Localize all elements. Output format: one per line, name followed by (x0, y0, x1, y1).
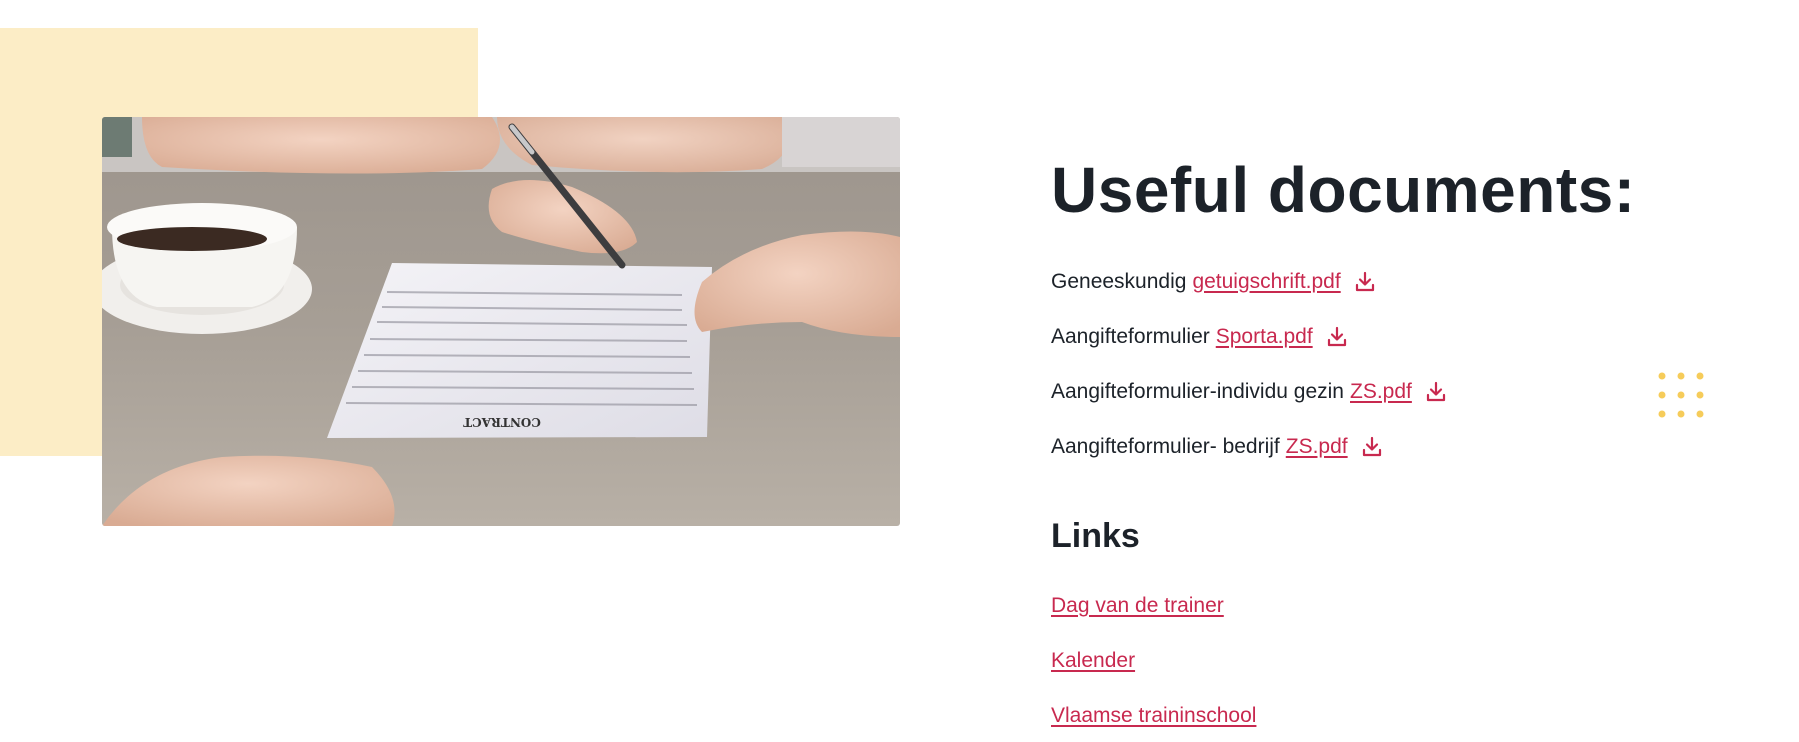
documents-title: Useful documents: (1051, 154, 1636, 226)
documents-list: Geneeskundig getuigschrift.pdf Aangiftef… (1051, 254, 1771, 474)
document-item: Geneeskundig getuigschrift.pdf (1051, 254, 1771, 309)
document-link-zs-bedrijf[interactable]: ZS.pdf (1286, 435, 1348, 459)
document-item: Aangifteformulier- bedrijf ZS.pdf (1051, 419, 1771, 474)
download-icon[interactable] (1424, 380, 1448, 404)
list-item: Dag van de trainer (1051, 578, 1771, 633)
documents-section: Useful documents: Geneeskundig getuigsch… (1051, 150, 1771, 742)
download-icon[interactable] (1325, 325, 1349, 349)
document-label: Geneeskundig (1051, 269, 1187, 293)
document-label: Aangifteformulier-individu gezin (1051, 379, 1344, 403)
links-list: Dag van de trainer Kalender Vlaamse trai… (1051, 578, 1771, 742)
download-icon[interactable] (1353, 270, 1377, 294)
page: CONTRACT Useful documents: Geneeskundig … (0, 0, 1799, 742)
link-vlaamse-traininschool[interactable]: Vlaamse traininschool (1051, 704, 1256, 728)
list-item: Kalender (1051, 633, 1771, 688)
document-label: Aangifteformulier (1051, 324, 1210, 348)
document-link-zs-individu[interactable]: ZS.pdf (1350, 380, 1412, 404)
document-item: Aangifteformulier-individu gezin ZS.pdf (1051, 364, 1771, 419)
document-link-getuigschrift[interactable]: getuigschrift.pdf (1192, 270, 1340, 294)
links-heading: Links (1051, 517, 1140, 555)
document-label: Aangifteformulier- bedrijf (1051, 434, 1280, 458)
link-dag-van-de-trainer[interactable]: Dag van de trainer (1051, 594, 1224, 618)
link-kalender[interactable]: Kalender (1051, 649, 1135, 673)
download-icon[interactable] (1360, 435, 1384, 459)
list-item: Vlaamse traininschool (1051, 688, 1771, 742)
contract-signing-photo: CONTRACT (102, 117, 900, 526)
document-item: Aangifteformulier Sporta.pdf (1051, 309, 1771, 364)
document-link-sporta[interactable]: Sporta.pdf (1216, 325, 1313, 349)
contract-text: CONTRACT (463, 415, 541, 429)
photo-illustration: CONTRACT (102, 117, 900, 526)
